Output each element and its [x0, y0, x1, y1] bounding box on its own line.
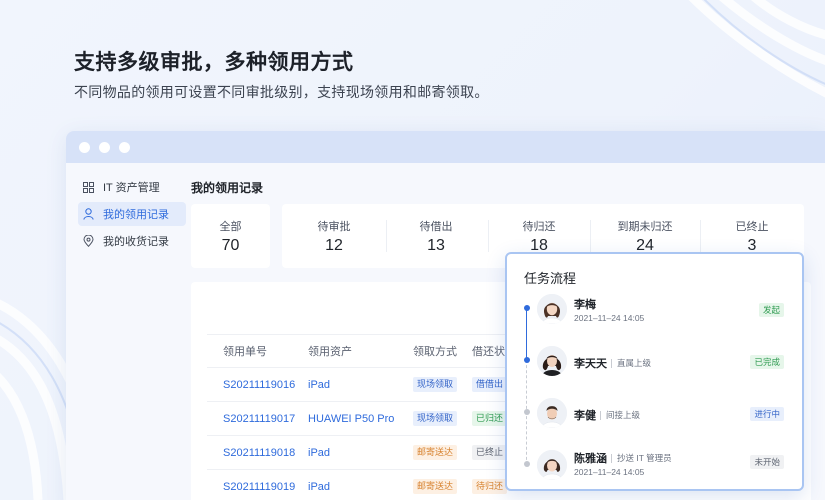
column-header: 领用资产	[308, 346, 352, 358]
column-header: 领取方式	[413, 346, 457, 358]
column-header: 领用单号	[223, 346, 267, 358]
asset-link[interactable]: iPad	[308, 436, 330, 469]
user-icon	[83, 208, 103, 220]
sidebar-item-my-borrow-records[interactable]: 我的领用记录	[78, 202, 186, 226]
stat-label: 待审批	[317, 221, 351, 233]
record-id-link[interactable]: S20211119016	[223, 368, 295, 401]
record-id-link[interactable]: S20211119017	[223, 402, 295, 435]
method-tag: 邮寄送达	[413, 445, 458, 460]
status-badge: 借借出	[472, 377, 508, 392]
flow-step-name: 李健 间接上级	[574, 407, 640, 423]
flow-step-name: 李梅	[574, 299, 596, 311]
avatar	[537, 450, 567, 480]
flow-step-role: 间接上级	[600, 410, 640, 420]
flow-step-time: 2021–11–24 14:05	[574, 467, 645, 477]
stat-value: 70	[221, 237, 240, 254]
flow-step-name: 李天天 直属上级	[574, 355, 651, 371]
task-flow-popup: 任务流程 李梅 2021–11–24 14:05 发起 李天天 直属上级 已完成	[505, 252, 804, 491]
content-title: 我的领用记录	[191, 181, 264, 195]
avatar	[537, 398, 567, 428]
flow-step-role: 直属上级	[611, 358, 651, 368]
page-subheadline: 不同物品的领用可设置不同审批级别，支持现场领用和邮寄领取。	[74, 84, 489, 100]
window-titlebar	[66, 131, 825, 163]
flow-step-time: 2021–11–24 14:05	[574, 313, 645, 323]
flow-step-role: 抄送 IT 管理员	[611, 453, 672, 463]
stat-label: 已终止	[735, 221, 769, 233]
record-id-link[interactable]: S20211119018	[223, 436, 295, 469]
location-pin-icon	[83, 235, 103, 247]
stat-value: 13	[427, 237, 445, 254]
window-dot-1	[79, 141, 90, 153]
page-headline: 支持多级审批，多种领用方式	[74, 51, 354, 74]
flow-status-badge: 发起	[758, 303, 784, 317]
stat-pending-approval[interactable]: 待审批 12	[282, 204, 386, 268]
stat-card-all[interactable]: 全部 70	[191, 204, 270, 268]
stat-label: 待借出	[419, 221, 453, 233]
asset-link[interactable]: HUAWEI P50 Pro	[308, 402, 394, 435]
flow-step-name-text: 李健	[574, 410, 596, 422]
method-tag: 现场领取	[413, 377, 458, 392]
record-id-link[interactable]: S20211119019	[223, 470, 295, 500]
flow-line-complete	[526, 308, 527, 360]
flow-step-name-text: 陈雅涵	[574, 453, 607, 465]
window-dot-3	[119, 141, 130, 153]
stat-label: 到期未归还	[617, 221, 673, 233]
flow-step-name: 陈雅涵 抄送 IT 管理员	[574, 450, 672, 466]
stat-value: 12	[325, 237, 343, 254]
flow-step-dot	[524, 461, 530, 467]
stat-label: 待归还	[522, 221, 556, 233]
sidebar-item-label: 我的收货记录	[103, 236, 169, 248]
status-badge: 已归还	[472, 411, 508, 426]
stat-all: 全部 70	[191, 204, 270, 268]
flow-status-badge: 未开始	[750, 455, 784, 469]
flow-status-badge: 已完成	[750, 355, 784, 369]
status-badge: 待归还	[472, 479, 508, 494]
sidebar-item-it-assets[interactable]: IT 资产管理	[78, 175, 186, 199]
status-badge: 已终止	[472, 445, 508, 460]
sidebar-item-my-receipts[interactable]: 我的收货记录	[78, 229, 186, 253]
asset-link[interactable]: iPad	[308, 470, 330, 500]
sidebar-item-label: IT 资产管理	[103, 182, 160, 194]
flow-step-name-text: 李天天	[574, 358, 607, 370]
flow-step-dot	[524, 357, 530, 363]
stat-label: 全部	[219, 221, 242, 233]
sidebar: IT 资产管理 我的领用记录 我的收货记录	[78, 175, 186, 256]
flow-status-badge: 进行中	[750, 407, 784, 421]
sidebar-item-label: 我的领用记录	[103, 209, 169, 221]
task-flow-title: 任务流程	[524, 271, 577, 286]
asset-link[interactable]: iPad	[308, 368, 330, 401]
method-tag: 现场领取	[413, 411, 458, 426]
grid-icon	[83, 181, 103, 193]
window-dot-2	[99, 141, 110, 153]
avatar	[537, 346, 567, 376]
stat-pending-lend[interactable]: 待借出 13	[386, 204, 486, 268]
avatar	[537, 294, 567, 324]
flow-step-dot	[524, 305, 530, 311]
flow-step-dot	[524, 409, 530, 415]
method-tag: 邮寄送达	[413, 479, 458, 494]
